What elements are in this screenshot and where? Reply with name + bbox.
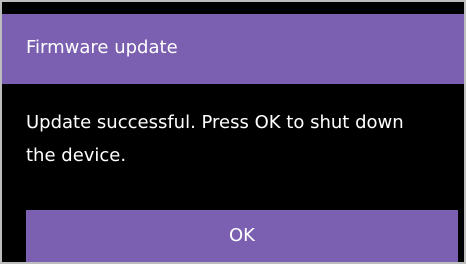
dialog-message: Update successful. Press OK to shut down… [26, 112, 404, 166]
ok-button[interactable]: OK [26, 210, 458, 262]
dialog-body: Update successful. Press OK to shut down… [2, 84, 464, 210]
firmware-update-dialog: Firmware update Update successful. Press… [0, 0, 466, 264]
dialog-header: Firmware update [2, 14, 464, 84]
dialog-title: Firmware update [26, 37, 178, 58]
